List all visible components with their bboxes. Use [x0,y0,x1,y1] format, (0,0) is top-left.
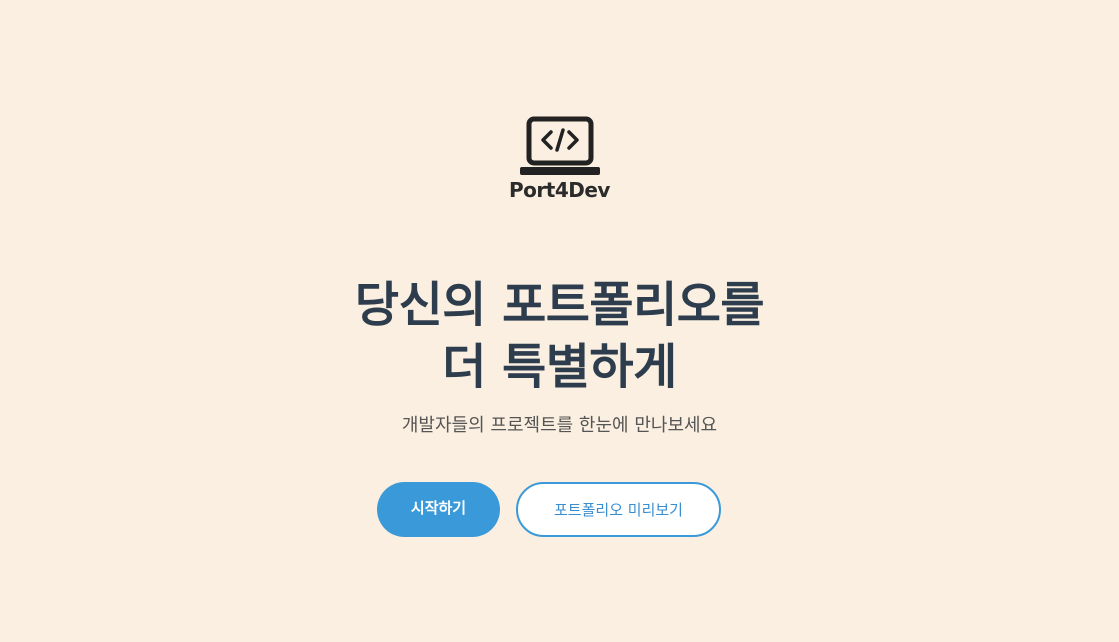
brand-logo[interactable]: Port4Dev [0,116,1119,201]
hero-subtitle: 개발자들의 프로젝트를 한눈에 만나보세요 [401,415,718,436]
hero-title-line-1: 당신의 포트폴리오를 [354,277,765,333]
laptop-code-icon [519,116,600,175]
hero-actions: 시작하기 포트폴리오 미리보기 [377,482,721,537]
hero-title: 당신의 포트폴리오를 더 특별하게 [0,274,1119,398]
portfolio-preview-button[interactable]: 포트폴리오 미리보기 [516,482,721,537]
brand-name: Port4Dev [509,178,610,202]
start-button[interactable]: 시작하기 [377,482,500,537]
hero-title-line-2: 더 특별하게 [442,339,677,395]
